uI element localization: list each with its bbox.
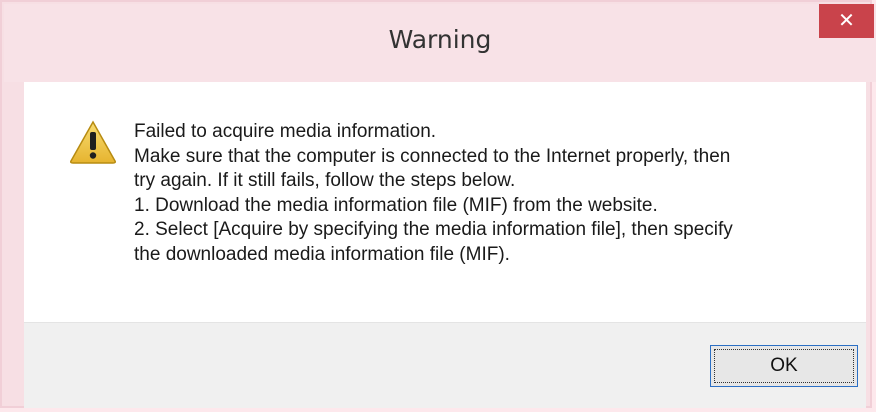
- close-button[interactable]: ✕: [819, 4, 874, 38]
- message-line: Make sure that the computer is connected…: [134, 145, 731, 167]
- message-area: Failed to acquire media information. Mak…: [24, 82, 866, 322]
- dialog-title: Warning: [388, 25, 492, 54]
- dialog-footer: OK: [24, 322, 866, 408]
- warning-triangle-icon: [70, 120, 116, 164]
- message-line: the downloaded media information file (M…: [134, 243, 510, 265]
- warning-dialog: Warning ✕ Failed to acquire media inform…: [0, 0, 876, 408]
- message-line: Failed to acquire media information.: [134, 121, 437, 142]
- ok-button[interactable]: OK: [710, 345, 858, 387]
- message-text: Failed to acquire media information. Mak…: [134, 120, 854, 267]
- message-line: 1. Download the media information file (…: [134, 194, 658, 216]
- message-line: 2. Select [Acquire by specifying the med…: [134, 219, 733, 240]
- message-line: try again. If it still fails, follow the…: [134, 170, 516, 191]
- close-icon: ✕: [838, 8, 855, 32]
- title-bar: Warning ✕: [4, 4, 876, 82]
